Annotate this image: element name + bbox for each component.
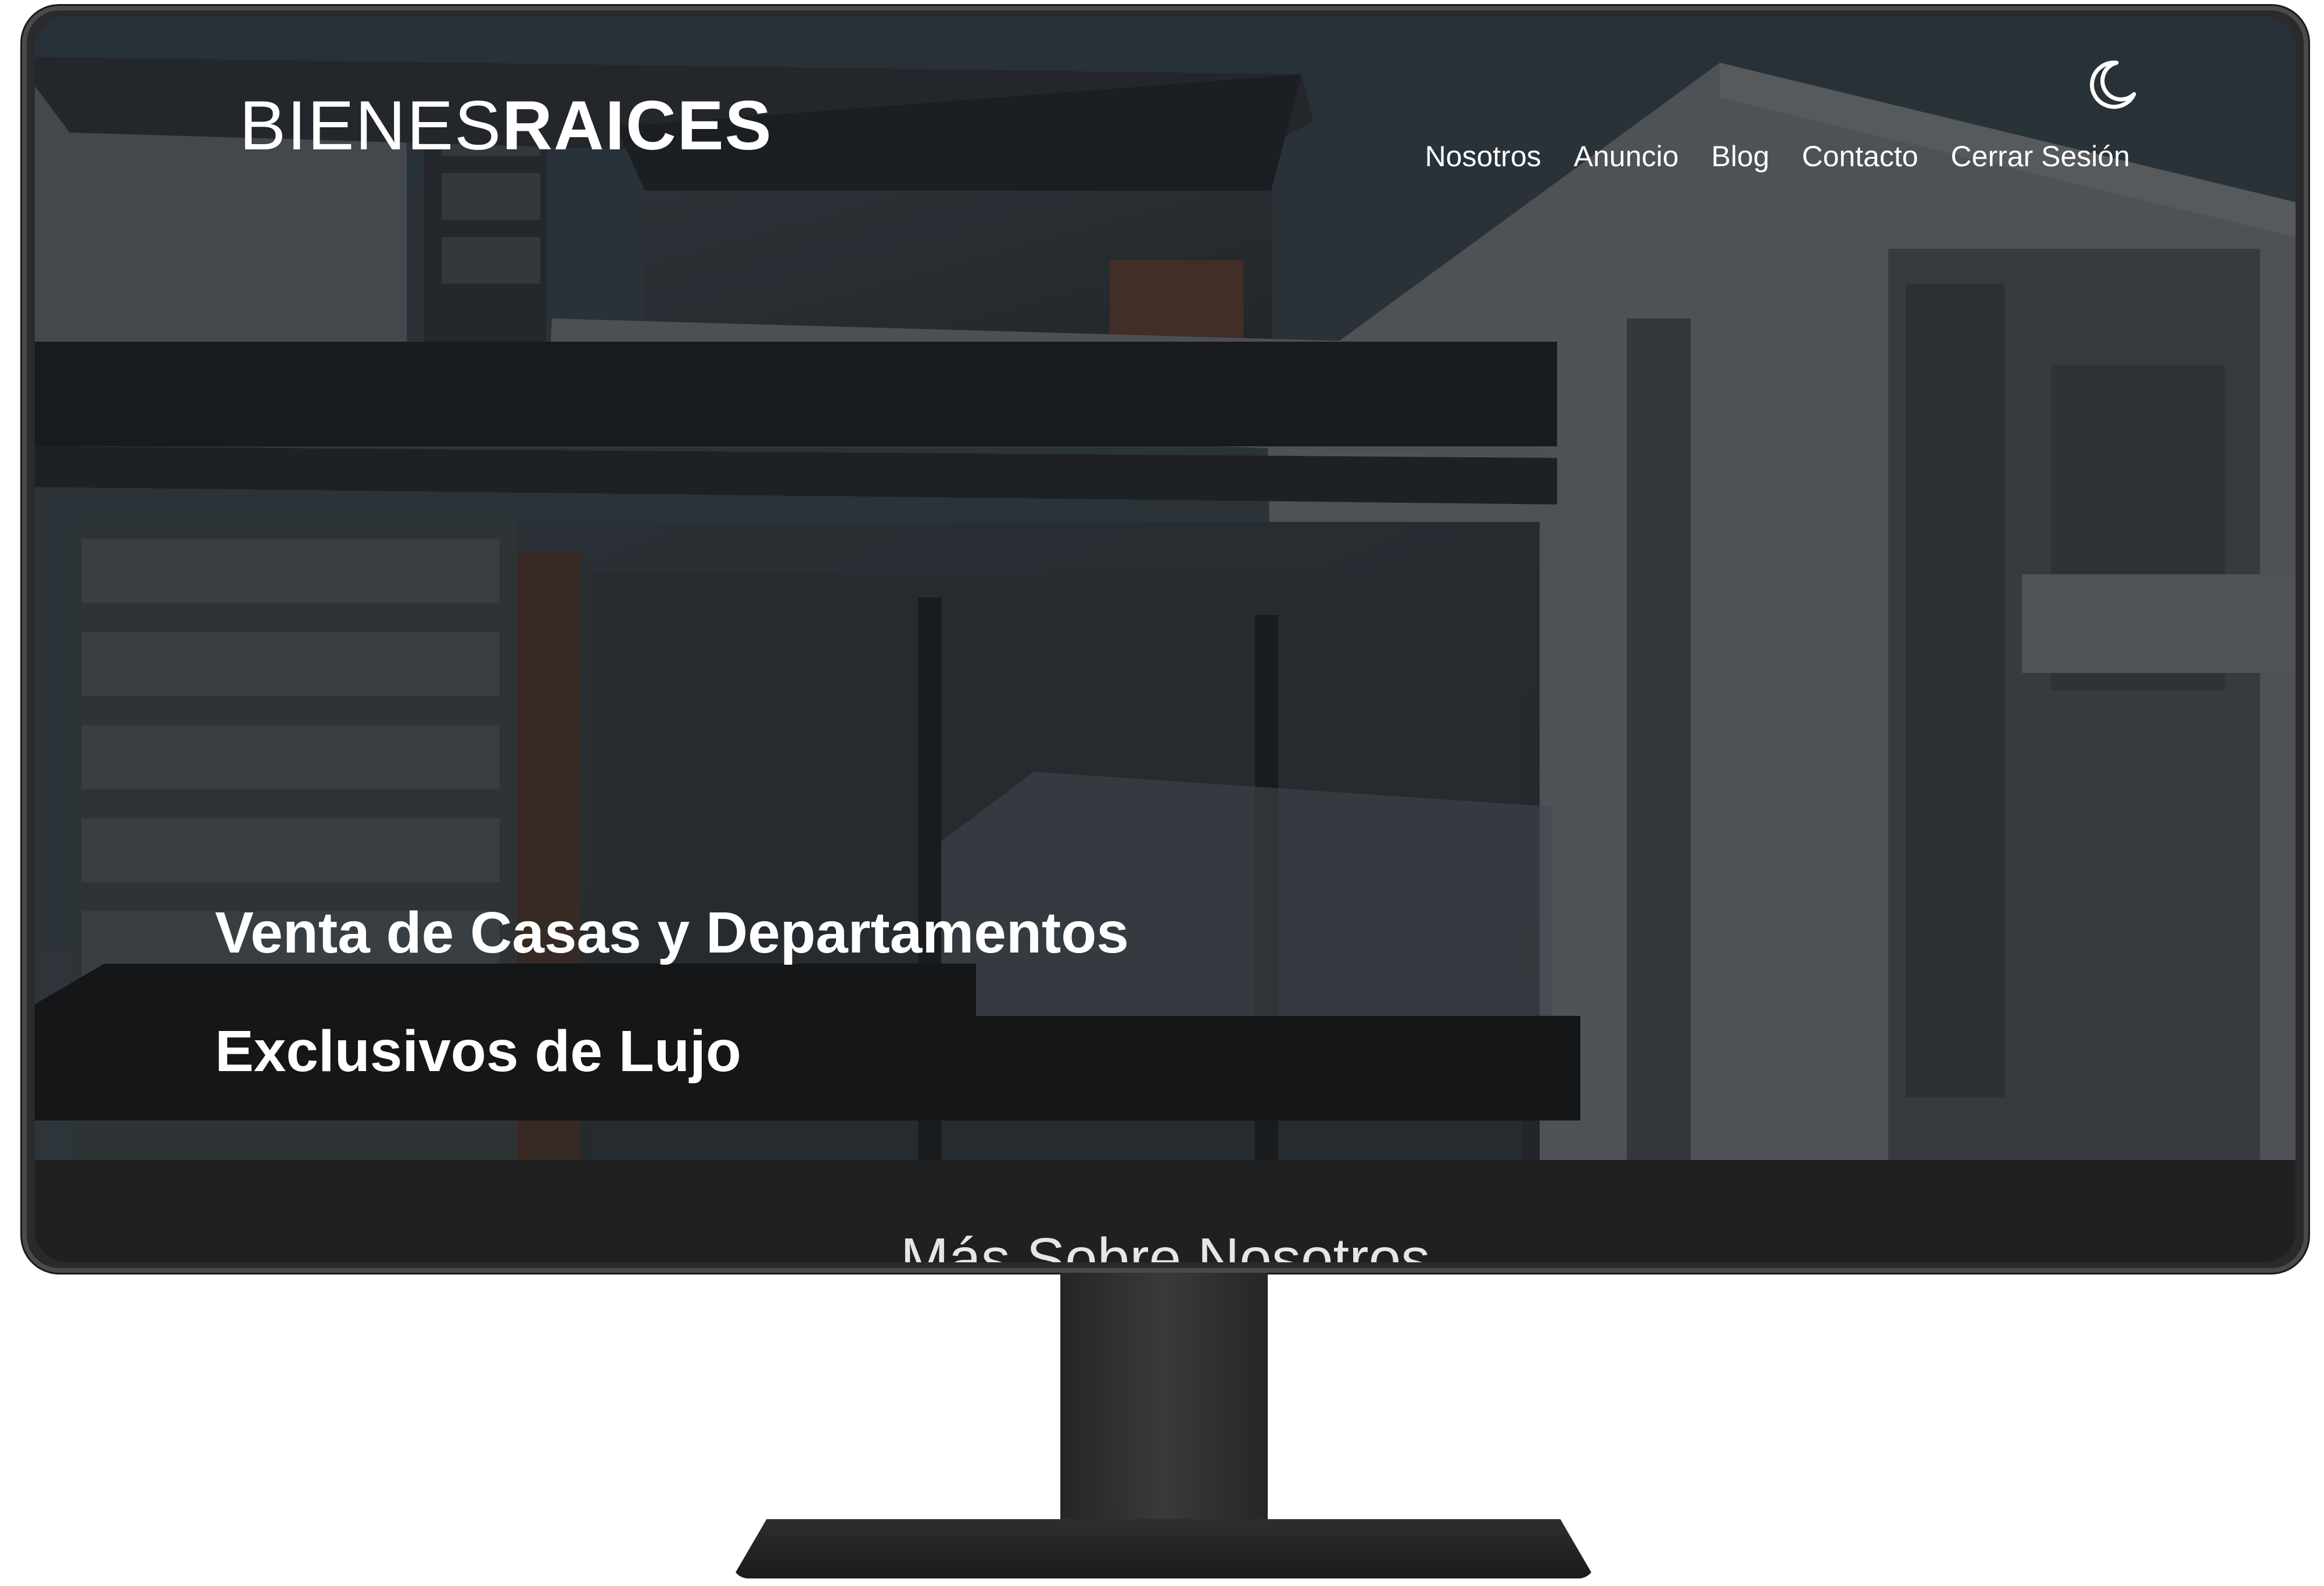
main-nav: Nosotros Anuncio Blog Contacto Cerrar Se… — [1425, 142, 2130, 171]
hero-headline-line2: Exclusivos de Lujo — [215, 1019, 741, 1084]
nav-link-cerrar-sesion[interactable]: Cerrar Sesión — [1951, 142, 2130, 171]
website-screen: BIENESRAICES Nosotros Anuncio Blog Conta… — [35, 16, 2296, 1262]
hero-headline-line1: Venta de Casas y Departamentos — [215, 900, 1129, 965]
moon-icon[interactable] — [2083, 56, 2141, 114]
about-section-title: Más Sobre Nosotros — [900, 1226, 1430, 1262]
site-logo[interactable]: BIENESRAICES — [239, 91, 773, 160]
logo-light-text: BIENES — [239, 87, 503, 164]
monitor-frame: BIENESRAICES Nosotros Anuncio Blog Conta… — [22, 6, 2308, 1273]
nav-link-nosotros[interactable]: Nosotros — [1425, 142, 1541, 171]
hero-section: BIENESRAICES Nosotros Anuncio Blog Conta… — [35, 16, 2296, 1160]
logo-bold-text: RAICES — [502, 87, 773, 164]
hero-headline: Venta de Casas y Departamentos Exclusivo… — [215, 904, 1129, 1080]
monitor-stand-base — [732, 1519, 1595, 1578]
nav-link-contacto[interactable]: Contacto — [1802, 142, 1918, 171]
nav-link-blog[interactable]: Blog — [1711, 142, 1769, 171]
nav-link-anuncio[interactable]: Anuncio — [1574, 142, 1679, 171]
monitor-stand-neck — [1060, 1273, 1268, 1540]
